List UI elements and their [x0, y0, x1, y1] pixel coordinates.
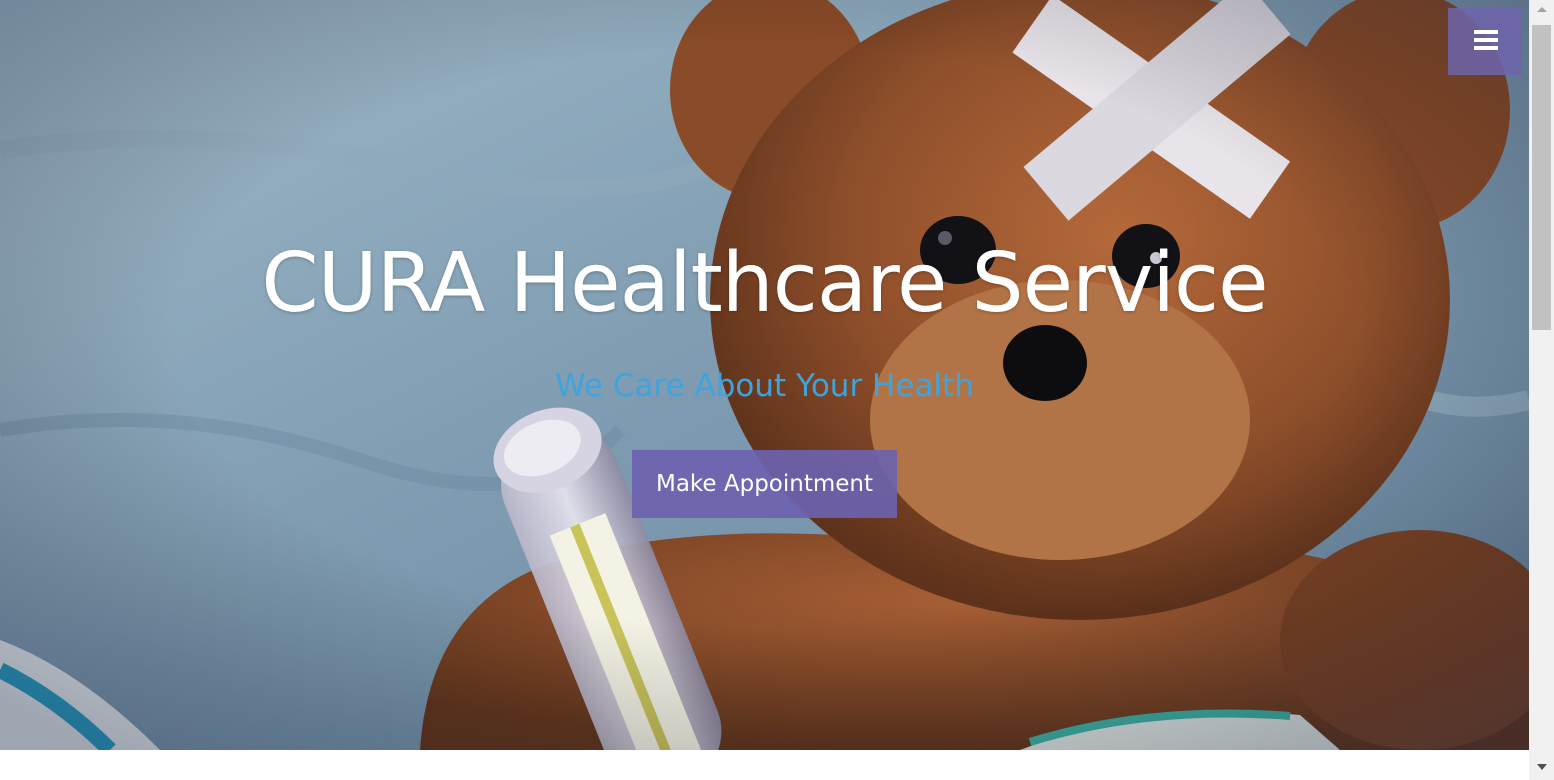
menu-toggle-button[interactable]	[1448, 8, 1522, 75]
make-appointment-button[interactable]: Make Appointment	[632, 450, 897, 518]
scrollbar-thumb[interactable]	[1532, 25, 1551, 330]
vertical-scrollbar[interactable]	[1529, 0, 1554, 780]
scroll-up-arrow-icon[interactable]	[1529, 0, 1554, 17]
hero-header: CURA Healthcare Service We Care About Yo…	[0, 0, 1529, 750]
hamburger-menu-icon	[1474, 30, 1498, 50]
scroll-down-arrow-icon[interactable]	[1529, 760, 1554, 780]
hero-title: CURA Healthcare Service	[261, 236, 1268, 331]
hero-subtitle: We Care About Your Health	[555, 368, 974, 404]
page-viewport: CURA Healthcare Service We Care About Yo…	[0, 0, 1529, 780]
